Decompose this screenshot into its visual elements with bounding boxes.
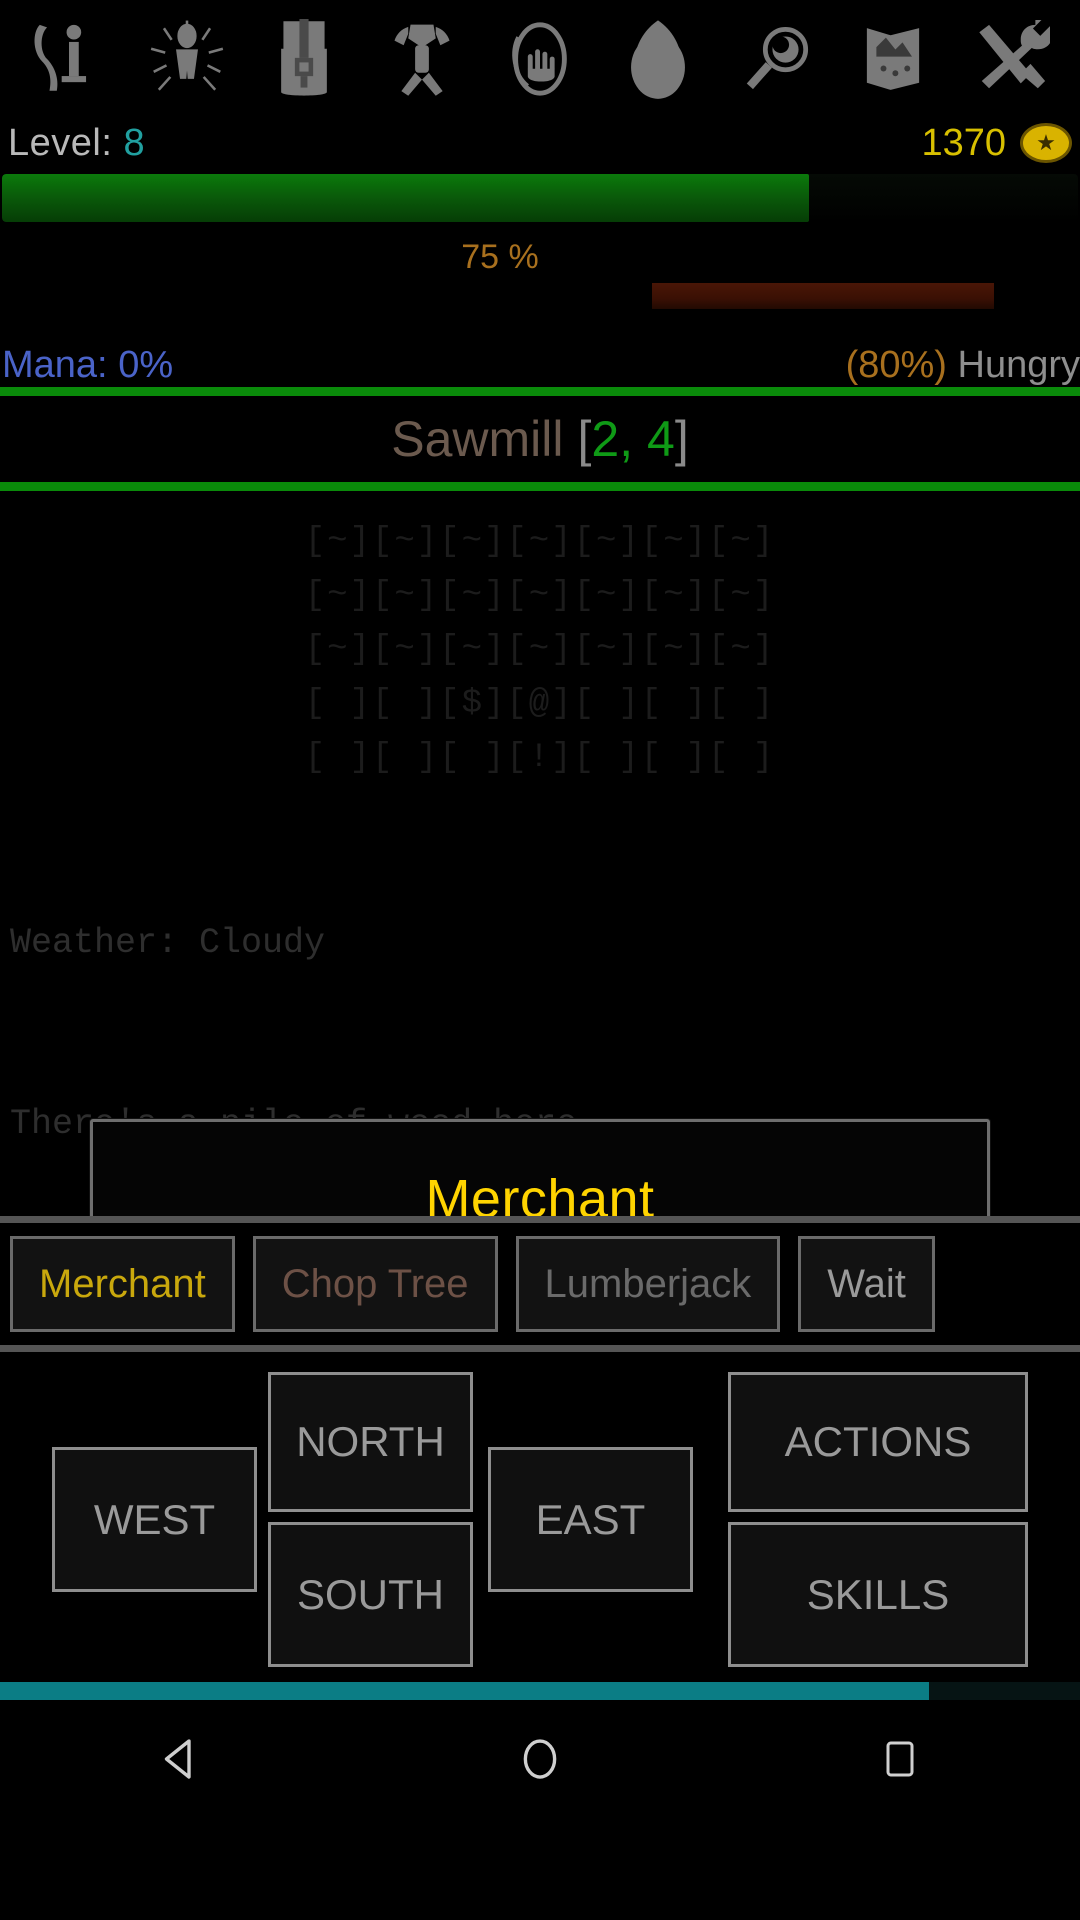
mana-label: Mana: <box>2 344 108 386</box>
location-bracket-close: ] <box>674 411 689 467</box>
actions-button[interactable]: ACTIONS <box>728 1372 1028 1512</box>
actions-divider-bottom <box>0 1345 1080 1352</box>
move-west-button[interactable]: WEST <box>52 1447 257 1592</box>
mana-hunger-row: Mana: 0% (80%) Hungry <box>0 331 1080 387</box>
move-east-button[interactable]: EAST <box>488 1447 693 1592</box>
coin-icon: ★ <box>1020 123 1072 163</box>
secondary-bars <box>0 277 1080 331</box>
dialog-title: Merchant <box>425 1169 655 1216</box>
context-action-bar: Merchant Chop Tree Lumberjack Wait <box>0 1223 1080 1345</box>
coin-counter: 1370 ★ <box>921 122 1072 165</box>
coin-amount: 1370 <box>921 121 1006 164</box>
move-north-button[interactable]: NORTH <box>268 1372 473 1512</box>
merchant-dialog: Merchant Hi! I'm looking for 8 x Plank, … <box>90 1119 990 1216</box>
skills-button[interactable]: SKILLS <box>728 1522 1028 1667</box>
armor-icon[interactable] <box>363 9 481 109</box>
action-button-merchant[interactable]: Merchant <box>10 1236 235 1332</box>
home-icon[interactable] <box>480 1732 600 1786</box>
level-value: 8 <box>123 121 146 164</box>
action-button-lumberjack[interactable]: Lumberjack <box>515 1236 781 1332</box>
action-button-wait[interactable]: Wait <box>798 1236 935 1332</box>
character-icon[interactable] <box>10 9 128 109</box>
back-icon[interactable] <box>120 1732 240 1786</box>
egg-icon[interactable] <box>599 9 717 109</box>
level-label: Level: <box>8 121 113 164</box>
game-screen: Level: 8 1370 ★ 75 % Mana: 0% (80%) Hung… <box>0 0 1080 1920</box>
location-coords: 2, 4 <box>591 411 675 467</box>
aura-person-icon[interactable] <box>128 9 246 109</box>
world-view: [~][~][~][~][~][~][~] [~][~][~][~][~][~]… <box>0 491 1080 1216</box>
hunger-percent: (80%) <box>845 344 947 386</box>
modal-overlay: Merchant Hi! I'm looking for 8 x Plank, … <box>0 491 1080 1216</box>
hunger-state: Hungry <box>957 344 1080 386</box>
move-south-button[interactable]: SOUTH <box>268 1522 473 1667</box>
xp-bar-container <box>0 174 1080 234</box>
mana-display: Mana: 0% <box>2 344 173 387</box>
action-button-chop-tree[interactable]: Chop Tree <box>252 1236 498 1332</box>
android-nav-bar <box>0 1700 1080 1818</box>
location-header: Sawmill [ 2, 4 ] <box>0 396 1080 482</box>
navigation-pad: NORTH SOUTH WEST EAST ACTIONS SKILLS <box>0 1352 1080 1682</box>
player-stat-row: Level: 8 1370 ★ <box>0 112 1080 174</box>
xp-bar-fill <box>2 174 809 222</box>
top-icon-bar <box>0 0 1080 112</box>
level-display: Level: 8 <box>8 122 145 165</box>
progress-bar-track <box>0 1682 1080 1700</box>
recents-icon[interactable] <box>840 1735 960 1783</box>
xp-percent-label: 75 % <box>461 238 539 276</box>
hunger-display: (80%) Hungry <box>846 344 1080 387</box>
backpack-icon[interactable] <box>246 9 364 109</box>
header-divider-top <box>0 387 1080 396</box>
header-divider-bottom <box>0 482 1080 491</box>
actions-divider-top <box>0 1216 1080 1223</box>
hunger-bar-fill <box>652 283 994 309</box>
magnifier-icon[interactable] <box>717 9 835 109</box>
location-bracket-open: [ <box>577 411 592 467</box>
map-scroll-icon[interactable] <box>834 9 952 109</box>
xp-bar-track <box>2 174 1078 222</box>
tools-icon[interactable] <box>952 9 1070 109</box>
location-name: Sawmill <box>391 411 564 467</box>
portal-hand-icon[interactable] <box>481 9 599 109</box>
progress-bar-fill <box>0 1682 929 1700</box>
mana-value: 0% <box>118 344 174 386</box>
